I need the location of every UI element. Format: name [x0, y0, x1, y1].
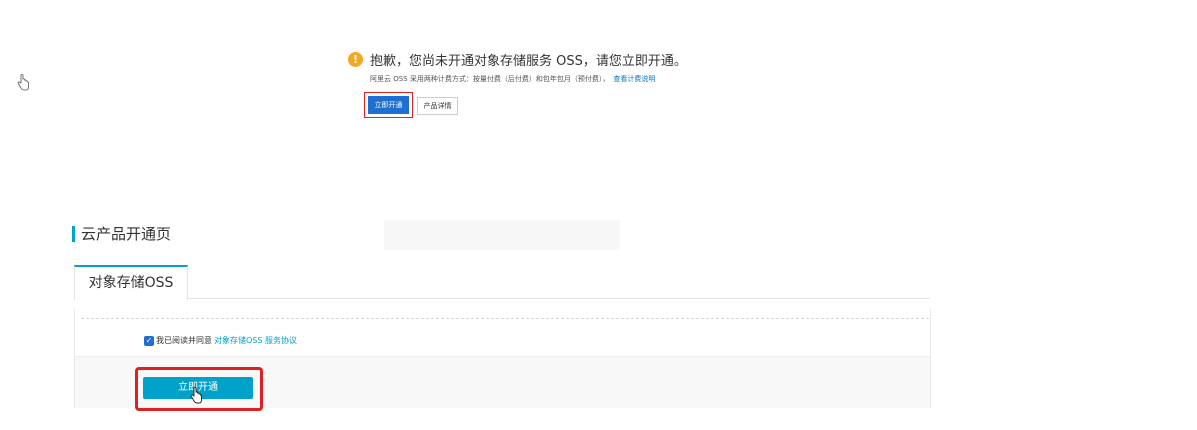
- open-now-button[interactable]: 立即开通: [368, 96, 409, 114]
- hand-cursor-icon: [17, 74, 29, 91]
- product-details-button[interactable]: 产品详情: [417, 97, 458, 115]
- faded-toast: [384, 220, 620, 250]
- open-button-highlight: 立即开通: [364, 92, 413, 118]
- title-accent-bar: [72, 226, 75, 242]
- page-title-text: 云产品开通页: [81, 225, 172, 243]
- agreement-text: 我已阅读并同意: [156, 336, 212, 345]
- agreement-checkbox[interactable]: ✓: [144, 336, 154, 346]
- warning-icon: !: [348, 52, 363, 67]
- billing-description: 阿里云 OSS 采用两种计费方式：按量付费（后付费）和包年包月（预付费），: [370, 75, 610, 83]
- agreement-label: 我已阅读并同意 对象存储OSS 服务协议: [156, 335, 297, 346]
- tab-oss[interactable]: 对象存储OSS: [74, 265, 188, 300]
- tabs-divider: [74, 298, 930, 299]
- billing-info-link[interactable]: 查看计费说明: [613, 75, 655, 83]
- notice-title: 抱歉，您尚未开通对象存储服务 OSS，请您立即开通。: [370, 54, 687, 69]
- notice-description: 阿里云 OSS 采用两种计费方式：按量付费（后付费）和包年包月（预付费）， 查看计…: [370, 74, 655, 84]
- hand-cursor-icon: [190, 387, 202, 404]
- dashed-divider: [81, 318, 929, 319]
- service-agreement-link[interactable]: 对象存储OSS 服务协议: [214, 336, 297, 345]
